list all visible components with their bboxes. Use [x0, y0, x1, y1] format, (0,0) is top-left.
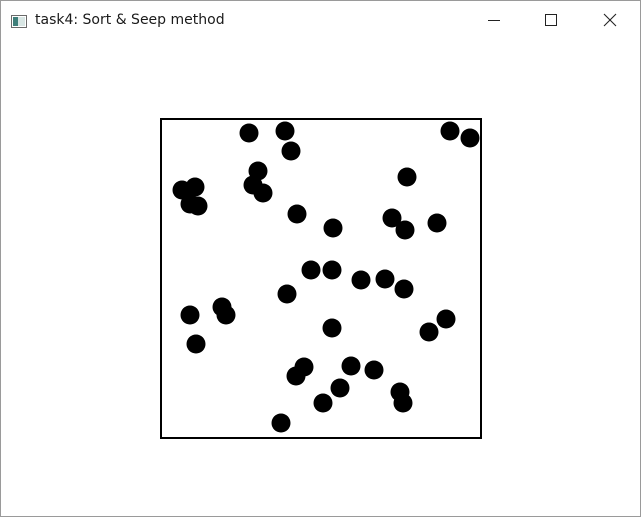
drawing-area [1, 38, 640, 516]
window-title: task4: Sort & Seep method [35, 12, 225, 28]
circle [216, 305, 236, 325]
circle [440, 121, 460, 141]
circle [322, 260, 342, 280]
circle [287, 204, 307, 224]
circle [286, 366, 306, 386]
circle [394, 279, 414, 299]
circle [364, 360, 384, 380]
circle [277, 284, 297, 304]
title-bar[interactable]: task4: Sort & Seep method [1, 1, 640, 38]
circle [281, 141, 301, 161]
circle [341, 356, 361, 376]
circle [436, 309, 456, 329]
app-window-icon [11, 13, 27, 28]
circle [188, 196, 208, 216]
circle [313, 393, 333, 413]
close-icon [603, 13, 617, 27]
circle [271, 413, 291, 433]
app-window: task4: Sort & Seep method [0, 0, 641, 517]
circle [393, 393, 413, 413]
circle [397, 167, 417, 187]
circles-group [172, 121, 480, 433]
circle [427, 213, 447, 233]
circle [180, 305, 200, 325]
circle [186, 334, 206, 354]
circle [375, 269, 395, 289]
circle [185, 177, 205, 197]
circle [395, 220, 415, 240]
circle [351, 270, 371, 290]
close-button[interactable] [587, 1, 633, 38]
circle [419, 322, 439, 342]
scene-canvas [1, 38, 640, 516]
circle [323, 218, 343, 238]
circle [322, 318, 342, 338]
circle [460, 128, 480, 148]
circle [275, 121, 295, 141]
circle [253, 183, 273, 203]
bounding-box [160, 118, 482, 439]
circle [330, 378, 350, 398]
maximize-icon [545, 13, 557, 26]
minimize-icon [488, 14, 500, 26]
circle [239, 123, 259, 143]
maximize-button[interactable] [528, 1, 574, 38]
minimize-button[interactable] [471, 1, 517, 38]
circle [301, 260, 321, 280]
